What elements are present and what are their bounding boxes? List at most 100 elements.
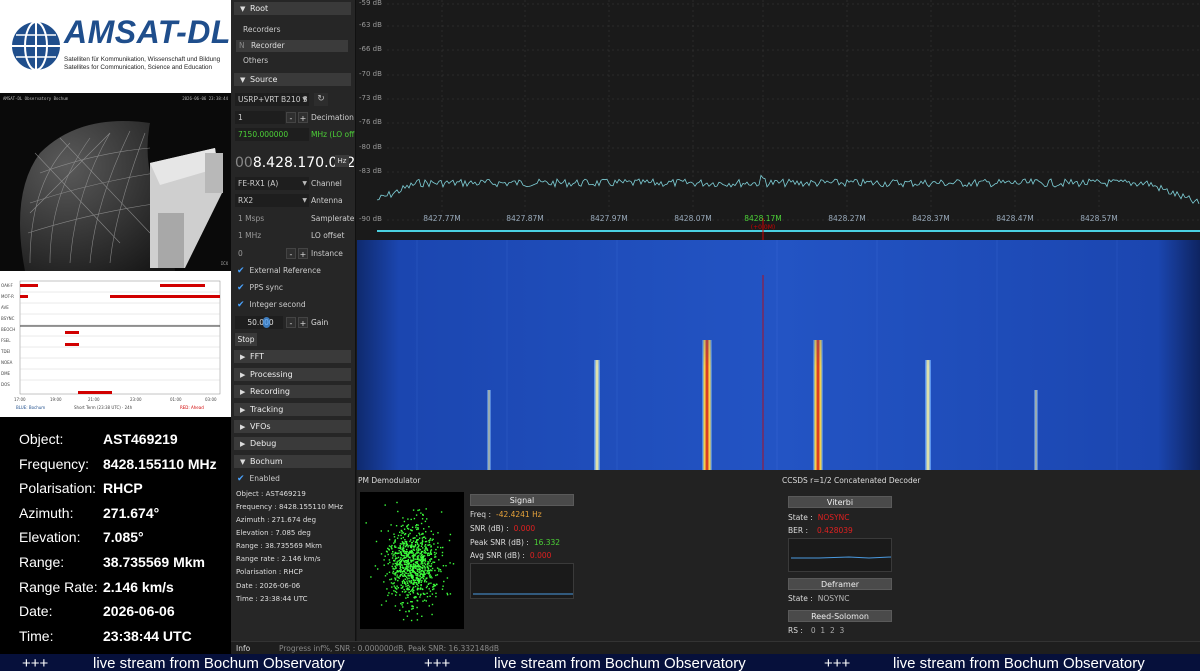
recorder-item[interactable]: N Recorder [236,40,348,52]
channel-select[interactable]: FE-RX1 (A) ▼ [235,177,309,190]
carrier-sideband-left [702,340,712,470]
news-ticker: +++ live stream from Bochum Observatory … [0,654,1200,671]
deframer-state-value: NOSYNC [817,594,850,603]
sideband-trace [925,360,931,470]
center-frequency-display[interactable]: 008.428.170.032 Hz [235,152,355,172]
date-label: Date: [19,603,53,619]
time-value: 23:38:44 UTC [103,628,192,644]
gain-slider[interactable]: 50.000 [235,316,283,329]
time-label: Time: [19,628,54,644]
pass-timeline-chart: OAK-F MOT-R AVE BSYNC BEOCH FSEL TDEI NOEA DME DO… [0,271,231,417]
section-label: Source [250,75,278,84]
samplerate-label: Samplerate [311,214,355,223]
carrier-sideband-right [813,340,823,470]
lo-offset-field[interactable]: 1 MHz [235,229,309,242]
status-bar: Info Progress inf%, SNR : 0.000000dB, Pe… [231,641,1200,654]
chevron-right-icon: ▶ [240,388,246,396]
waterfall-display[interactable] [357,240,1200,470]
range-rate-label: Range Rate: [19,579,98,595]
azimuth-value: 271.674° [103,505,160,521]
rs-label: RS : [788,626,803,635]
instance-minus-button[interactable]: - [286,248,296,259]
antenna-value: RX2 [238,196,254,205]
logo-subtitle-line: Satellites for Communication, Science an… [64,64,213,71]
gain-minus-button[interactable]: - [286,317,296,328]
check-icon: ✔ [237,266,245,276]
ber-label: BER : [788,526,809,535]
db-axis-label: -59 dB [359,0,382,7]
timeline-bar [65,331,79,334]
checkbox-label: Integer second [249,300,306,309]
others-item[interactable]: Others [243,55,355,66]
section-source[interactable]: ▼ Source [234,73,351,86]
center-frequency-label: 8428.17M [744,214,782,223]
db-axis-label: -63 dB [359,21,382,29]
ber-row: BER : 0.428039 [788,526,853,535]
fft-spectrum-plot[interactable]: -59 dB -63 dB -66 dB -70 dB -73 dB -76 dB -80 … [357,0,1200,240]
instance-field[interactable]: 0 [235,247,285,260]
refresh-icon[interactable]: ↻ [314,93,328,106]
timeline-x-tick: 03:00 [205,397,217,402]
bochum-date: Date : 2026-06-06 [236,582,301,590]
decimation-plus-button[interactable]: + [298,112,308,123]
decimation-minus-button[interactable]: - [286,112,296,123]
chevron-down-icon: ▼ [240,5,246,13]
section-vfos[interactable]: ▶ VFOs [234,420,351,433]
section-label: Root [250,4,269,13]
section-tracking[interactable]: ▶ Tracking [234,403,351,416]
chevron-down-icon: ▼ [302,96,307,103]
antenna-select[interactable]: RX2 ▼ [235,194,309,207]
snr-history-graph [470,563,574,599]
samplerate-field[interactable]: 1 Msps [235,212,309,225]
frequency-unit-button[interactable]: Hz [335,155,349,167]
app-window: AMSAT-DL Satelliten für Kommunikation, W… [0,0,1200,671]
section-debug[interactable]: ▶ Debug [234,437,351,450]
device-select[interactable]: USRP+VRT B210 3 ▼ [235,93,309,106]
amsat-logo: AMSAT-DL Satelliten für Kommunikation, W… [0,0,231,93]
recorders-item[interactable]: Recorders [243,24,355,35]
timeline-x-tick: 17:00 [14,397,26,402]
chevron-down-icon: ▼ [240,458,246,466]
ticker-text: live stream from Bochum Observatory [93,655,345,671]
gain-slider-handle[interactable] [263,317,270,328]
check-icon: ✔ [237,474,245,484]
device-value: USRP+VRT B210 3 [238,95,308,104]
integer-second-checkbox[interactable]: ✔ Integer second [237,299,306,311]
external-reference-checkbox[interactable]: ✔ External Reference [237,265,321,277]
chevron-down-icon: ▼ [240,76,246,84]
snr-value: 0.000 [513,524,536,533]
section-processing[interactable]: ▶ Processing [234,368,351,381]
bochum-enabled-checkbox[interactable]: ✔ Enabled [237,473,280,485]
peak-snr-row: Peak SNR (dB) : 16.332 [470,538,560,547]
db-axis-label: -83 dB [359,167,382,175]
section-label: Tracking [250,405,284,414]
freq-value: -42.4241 Hz [495,510,542,519]
viterbi-state-row: State : NOSYNC [788,513,849,522]
tracking-info-panel: Object: AST469219 Frequency: 8428.155110… [0,417,231,654]
sideband-trace [487,390,491,470]
section-label: Bochum [250,457,283,466]
constellation-points [365,501,455,632]
section-recording[interactable]: ▶ Recording [234,385,351,398]
section-bochum[interactable]: ▼ Bochum [234,455,351,468]
timeline-x-tick: 21:00 [88,397,100,402]
frequency-axis-label: 8428.27M [828,214,866,223]
rs-values: 0 1 2 3 [810,626,845,635]
deframer-header: Deframer [788,578,892,590]
avg-snr-row: Avg SNR (dB) : 0.000 [470,551,551,560]
instance-plus-button[interactable]: + [298,248,308,259]
ticker-separator: +++ [22,655,49,671]
checkbox-label: Enabled [249,474,280,483]
decimation-input[interactable]: 1 [235,111,285,124]
section-fft[interactable]: ▶ FFT [234,350,351,363]
elevation-label: Elevation: [19,529,81,545]
freq-label: Freq : [470,510,491,519]
stop-button[interactable]: Stop [235,333,257,346]
gain-plus-button[interactable]: + [298,317,308,328]
bochum-frequency: Frequency : 8428.155110 MHz [236,503,343,511]
pps-sync-checkbox[interactable]: ✔ PPS sync [237,282,283,294]
bochum-time: Time : 23:38:44 UTC [236,595,308,603]
lo-frequency-input[interactable]: 7150.000000 [235,128,309,141]
recorder-label: Recorder [251,41,285,50]
section-root[interactable]: ▼ Root [234,2,351,15]
